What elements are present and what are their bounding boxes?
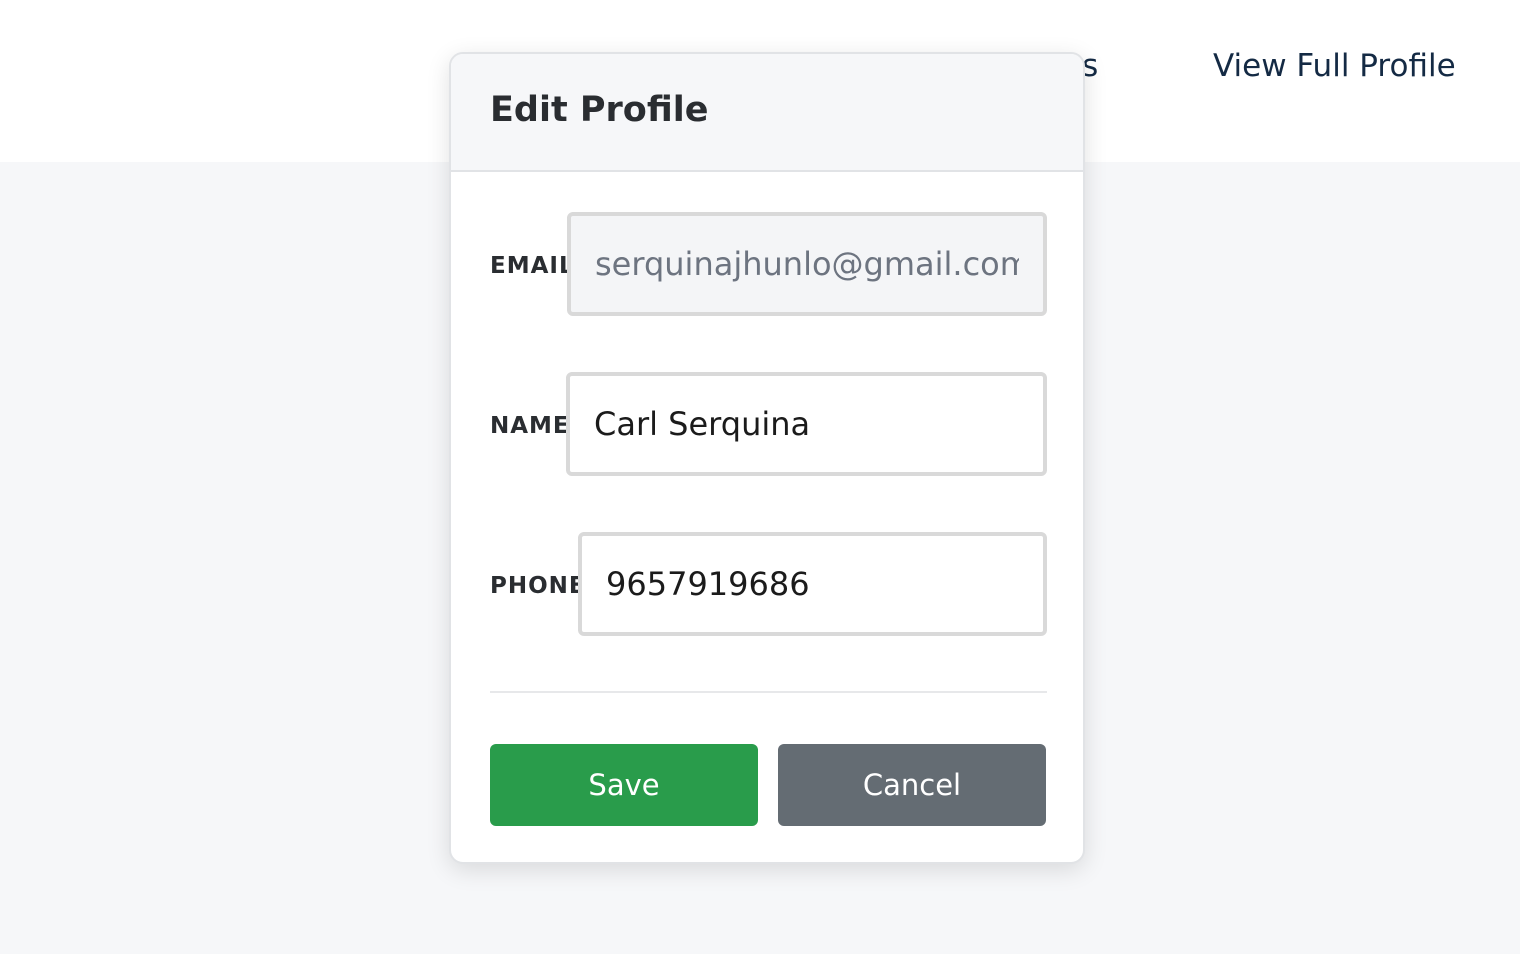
name-label: NAME (490, 413, 570, 439)
view-full-profile-link[interactable]: View Full Profile (1213, 48, 1456, 84)
phone-field[interactable] (578, 532, 1047, 636)
cancel-button[interactable]: Cancel (778, 744, 1046, 826)
edit-profile-modal: Edit Profile EMAIL NAME PHONE Save Cance… (449, 52, 1085, 864)
email-label: EMAIL (490, 253, 575, 279)
modal-title: Edit Profile (490, 90, 709, 130)
email-field[interactable] (567, 212, 1047, 316)
divider (490, 691, 1047, 693)
phone-label: PHONE (490, 573, 586, 599)
name-field[interactable] (566, 372, 1047, 476)
save-button[interactable]: Save (490, 744, 758, 826)
modal-header: Edit Profile (451, 54, 1083, 172)
